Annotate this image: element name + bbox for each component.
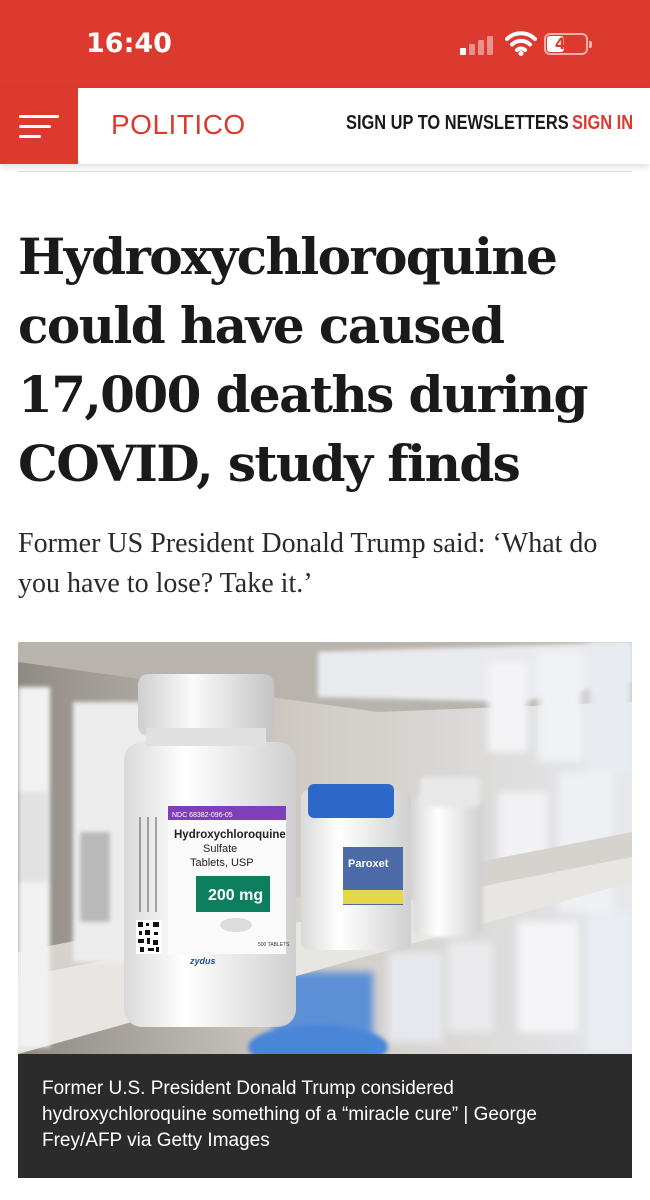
pharmacy-shelf-illustration: Paroxet NDC 68382-096-05 Hydroxychloroqu… [18,642,632,1054]
menu-button[interactable] [0,88,78,164]
bottle-ndc-text: NDC 68382-096-05 [172,812,233,819]
newsletter-signup-link[interactable]: SIGN UP TO NEWSLETTERS [346,112,569,135]
bottle-drug-form-2-text: Tablets, USP [190,857,254,869]
header-divider [18,171,632,172]
status-time: 16:40 [86,28,172,59]
article-subheadline: Former US President Donald Trump said: ‘… [18,528,598,599]
photo-caption: Former U.S. President Donald Trump consi… [18,1054,632,1178]
svg-text:Paroxet: Paroxet [348,858,389,870]
bottle-drug-form-1-text: Sulfate [203,843,237,855]
battery-level: 44 [554,34,578,53]
bottle-dose-text: 200 mg [208,887,263,904]
battery-icon: 44 [544,33,592,55]
site-header: POLITICO SIGN UP TO NEWSLETTERS SIGN IN [0,88,650,164]
bottle-brand-text: zydus [189,956,216,966]
wifi-icon [505,31,537,56]
article-headline: Hydroxychloroquine could have caused 17,… [18,227,589,493]
signal-icon [460,33,496,55]
site-logo[interactable]: POLITICO [111,109,246,141]
sign-in-link[interactable]: SIGN IN [572,112,633,135]
article-photo[interactable]: Paroxet NDC 68382-096-05 Hydroxychloroqu… [18,642,632,1054]
bottle-drug-name-text: Hydroxychloroquine [174,829,286,841]
status-bar: 16:40 44 [0,0,650,88]
bottle-count-text: 500 TABLETS [258,942,290,948]
